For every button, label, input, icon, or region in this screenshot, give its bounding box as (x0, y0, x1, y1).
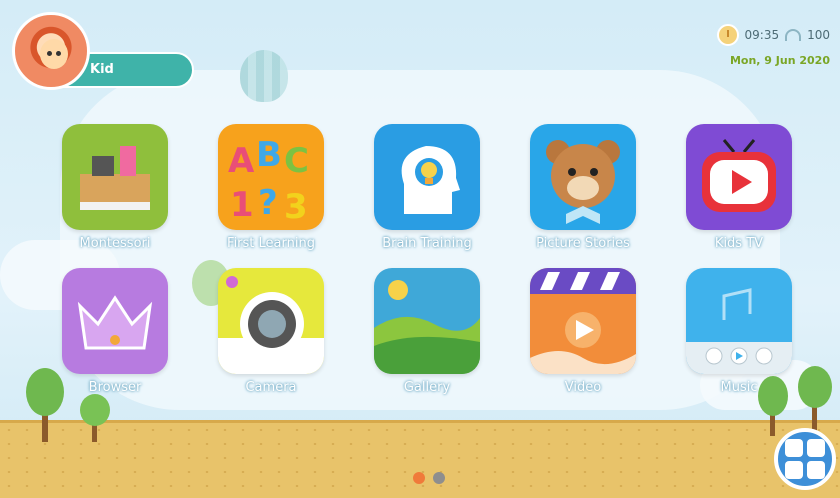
app-label: Montessori (79, 236, 151, 251)
app-label: Video (564, 380, 602, 395)
page-dot-active[interactable] (413, 472, 425, 484)
svg-text:3: 3 (284, 187, 308, 227)
app-music[interactable]: Music (664, 268, 814, 398)
status-area: 09:35 100 Mon, 9 Jun 2020 (650, 16, 830, 67)
bear-icon (530, 124, 636, 230)
tv-icon (686, 124, 792, 230)
all-apps-button[interactable] (774, 428, 836, 490)
gallery-icon (374, 268, 480, 374)
avatar-eye (47, 51, 52, 56)
avatar-face (40, 39, 68, 69)
status-time: 09:35 (744, 28, 780, 42)
app-label: Brain Training (382, 236, 472, 251)
app-video[interactable]: Video (508, 268, 658, 398)
avatar-eye (56, 51, 61, 56)
page-dot[interactable] (433, 472, 445, 484)
grid-icon (785, 461, 803, 479)
svg-text:1: 1 (230, 185, 254, 225)
app-label: First Learning (227, 236, 315, 251)
profile-badge[interactable]: Kid (12, 12, 194, 92)
svg-text:B: B (256, 135, 282, 175)
brain-icon (374, 124, 480, 230)
battery-level: 100 (807, 28, 830, 42)
grid-icon (807, 439, 825, 457)
app-label: Gallery (403, 380, 451, 395)
app-kids-tv[interactable]: Kids TV (664, 124, 814, 254)
app-camera[interactable]: Camera (196, 268, 346, 398)
avatar[interactable] (12, 12, 90, 90)
app-label: Picture Stories (536, 236, 630, 251)
video-icon (530, 268, 636, 374)
abc-icon: A B C 1 ? 3 (218, 124, 324, 230)
camera-icon (218, 268, 324, 374)
ground-decoration (0, 420, 840, 498)
app-brain-training[interactable]: Brain Training (352, 124, 502, 254)
app-gallery[interactable]: Gallery (352, 268, 502, 398)
hot-air-balloon-decoration (240, 50, 288, 102)
grid-icon (807, 461, 825, 479)
app-label: Music (720, 380, 758, 395)
app-picture-stories[interactable]: Picture Stories (508, 124, 658, 254)
crown-icon (62, 268, 168, 374)
app-montessori[interactable]: Montessori (40, 124, 190, 254)
status-row: 09:35 100 (716, 24, 830, 46)
montessori-icon (62, 124, 168, 230)
app-label: Camera (245, 380, 297, 395)
grid-icon (785, 439, 803, 457)
profile-name: Kid (90, 62, 114, 77)
svg-text:C: C (284, 141, 309, 181)
svg-text:A: A (228, 141, 255, 181)
app-first-learning[interactable]: A B C 1 ? 3 First Learning (196, 124, 346, 254)
music-icon (686, 268, 792, 374)
page-indicator (413, 472, 445, 484)
svg-text:?: ? (258, 183, 278, 223)
app-label: Kids TV (714, 236, 764, 251)
app-browser[interactable]: Browser (40, 268, 190, 398)
wifi-icon (785, 29, 802, 41)
status-date: Mon, 9 Jun 2020 (729, 54, 830, 67)
clock-icon (716, 24, 739, 46)
